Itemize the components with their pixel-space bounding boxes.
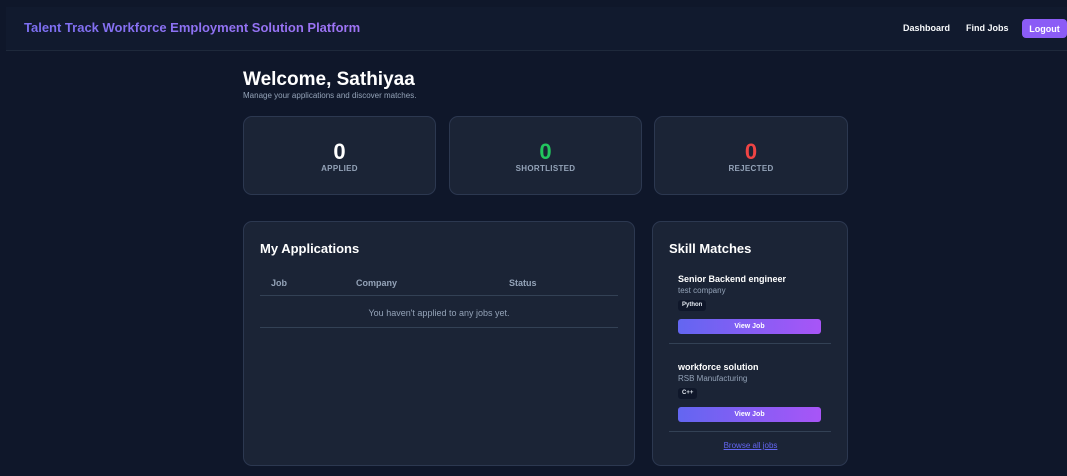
match-divider	[669, 431, 831, 432]
stat-value-rejected: 0	[744, 139, 758, 164]
skill-tag: Python	[678, 300, 707, 311]
stat-value-applied: 0	[333, 139, 346, 164]
match-job-title: Senior Backend engineer	[678, 274, 787, 284]
browse-all-jobs-link[interactable]: Browse all jobs	[653, 441, 848, 450]
page-title: Welcome, Sathiyaa	[243, 69, 415, 90]
applications-title: My Applications	[260, 241, 360, 256]
column-header-company: Company	[356, 278, 398, 288]
logout-button[interactable]: Logout	[1022, 19, 1067, 38]
match-divider	[669, 343, 831, 344]
match-company-name: RSB Manufacturing	[678, 374, 748, 383]
applications-card: My Applications Job Company Status You h…	[243, 221, 635, 466]
nav-dashboard-link[interactable]: Dashboard	[903, 23, 950, 33]
brand-title[interactable]: Talent Track Workforce Employment Soluti…	[24, 20, 360, 35]
stat-label-rejected: REJECTED	[728, 164, 774, 173]
stat-label-applied: APPLIED	[321, 164, 358, 173]
column-header-status: Status	[509, 278, 537, 288]
skill-tag: C++	[678, 388, 698, 399]
top-navbar: Talent Track Workforce Employment Soluti…	[6, 7, 1067, 51]
stat-card-shortlisted: 0 SHORTLISTED	[449, 116, 642, 195]
table-row-divider	[260, 327, 618, 328]
skill-matches-title: Skill Matches	[669, 241, 752, 256]
stat-card-applied: 0 APPLIED	[243, 116, 436, 195]
stat-label-shortlisted: SHORTLISTED	[515, 164, 576, 173]
match-company-name: test company	[678, 286, 726, 295]
applications-empty-message: You haven't applied to any jobs yet.	[368, 308, 510, 318]
table-header-divider	[260, 295, 618, 296]
skill-matches-card: Skill Matches Senior Backend engineer te…	[652, 221, 848, 466]
page-subtitle: Manage your applications and discover ma…	[243, 91, 417, 100]
app-window: Talent Track Workforce Employment Soluti…	[6, 7, 1067, 476]
view-job-button[interactable]: View Job	[678, 319, 821, 334]
match-job-title: workforce solution	[678, 362, 759, 372]
nav-find-jobs-link[interactable]: Find Jobs	[966, 23, 1009, 33]
stat-card-rejected: 0 REJECTED	[654, 116, 848, 195]
view-job-button[interactable]: View Job	[678, 407, 821, 422]
column-header-job: Job	[271, 278, 288, 288]
stat-value-shortlisted: 0	[539, 139, 552, 164]
